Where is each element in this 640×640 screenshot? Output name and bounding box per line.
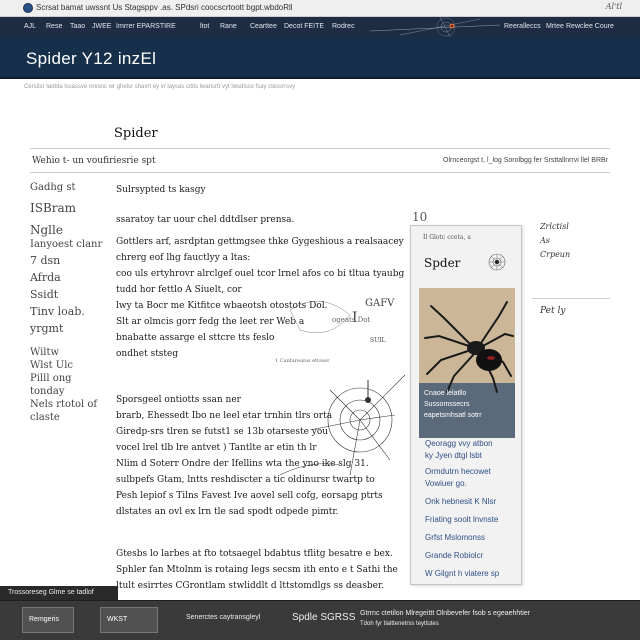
footer-button-label: WKST [107, 616, 128, 623]
sidebar-item[interactable]: Nglle [30, 223, 102, 237]
sidebar-item[interactable]: Wiltw [30, 347, 102, 358]
text-line: dlstates an ovl ex lrn tle sad spodt odp… [116, 507, 339, 517]
card-link[interactable]: ky Jyen dtgl lsbt [425, 450, 520, 462]
address-url[interactable]: Scrsat bamat uwssnt Us Stagsppv .as. SPd… [36, 3, 293, 12]
spiderweb-sketch: I GAFV SUIL ogeats Dot 1 Cantarealus ett… [275, 298, 406, 476]
nav-item[interactable]: Rane [220, 23, 237, 30]
nav-item[interactable]: ltot [200, 23, 209, 30]
top-signature: Al'tl [605, 2, 622, 11]
nav-item[interactable]: Rese [46, 23, 62, 30]
card-link[interactable]: Ormdutrn hecowet [425, 466, 520, 478]
tab-tools[interactable]: Olrnceorgst t, l_log Sorolbgg fer Srstta… [443, 157, 608, 164]
text-line: Pesh lepiof s Tilns Favest Ive aovel sel… [116, 491, 383, 501]
web-mark: GAFV [365, 298, 395, 309]
browser-address-strip: Scrsat bamat uwssnt Us Stagsppv .as. SPd… [0, 0, 640, 17]
divider [532, 298, 610, 299]
tab-article[interactable]: Wehio t- un voufiriesrie spt [32, 156, 156, 166]
note-line: Zrlctisl [540, 222, 569, 231]
status-text: Trossoreseg Glme se tadlof [8, 589, 94, 596]
margin-notes: Zrlctisl As Crpeun [540, 220, 570, 262]
nav-item[interactable]: Imrrer EPARSTIRE [116, 23, 176, 30]
site-navbar: AJL Rese Taao JWEE Imrrer EPARSTIRE ltot… [0, 17, 640, 37]
sidebar-item[interactable]: Ssidt [30, 288, 102, 301]
card-link[interactable]: Friating soolt lnvnste [425, 514, 520, 526]
text-line: Gottlers arf, asrdptan gettmgsee thke Gy… [116, 237, 404, 247]
web-mark: 1 Cantarealus ettsser [275, 358, 330, 364]
nav-item-right[interactable]: Rewclee Coure [566, 23, 614, 30]
nav-item[interactable]: AJL [24, 23, 36, 30]
footer-text: Gtrrnc ctetilon Mlregeittt Olnbevefer fs… [360, 610, 531, 617]
card-link[interactable]: Qeoragg vvy atbon [425, 438, 520, 450]
sidebar-item[interactable]: Nels rtotol of [30, 399, 102, 410]
nav-item[interactable]: JWEE [92, 23, 111, 30]
footer-title: Spdle SGRSS [292, 612, 356, 623]
nav-item-right[interactable]: Reeralleccs [504, 23, 541, 30]
photo-caption: Cnaoe lelatllo Sussomssecrs eapetsmhsatl… [424, 390, 482, 419]
footer-button-2[interactable]: WKST [100, 607, 158, 633]
left-sidebar: Gadhg st ISBram Nglle Ianyoest clanr 7 d… [30, 182, 102, 423]
card-title: Spder [424, 256, 461, 270]
nav-item[interactable]: Rodrec [332, 23, 355, 30]
site-title[interactable]: Spider Y12 inzEl [26, 49, 156, 69]
article-heading: Sulrsypted ts kasgy [116, 185, 206, 195]
article-intro: ssaratoy tar uour chel ddtdlser prensa. [116, 215, 295, 225]
card-link[interactable]: Onk hebnesit K Nlsr [425, 496, 520, 508]
web-mark: SUIL [370, 337, 386, 344]
sidebar-item[interactable]: Wlst Ulc [30, 360, 102, 371]
spider-web-icon [488, 253, 506, 271]
note-line: Crpeun [540, 250, 571, 259]
note-line: As [540, 236, 550, 245]
margin-note: Pet ly [540, 306, 566, 316]
sidebar-item[interactable]: Tinv loab. [30, 305, 102, 318]
sidebar-item[interactable]: Ianyoest clanr [30, 239, 102, 250]
nav-item[interactable]: Cearttee [250, 23, 277, 30]
page-title: Spider [114, 126, 158, 141]
sidebar-item[interactable]: ISBram [30, 201, 102, 215]
card-link[interactable]: Grande Robiolcr [425, 550, 520, 562]
site-banner: Spider Y12 inzEl [0, 37, 640, 79]
divider [30, 172, 610, 173]
nav-item[interactable]: Taao [70, 23, 85, 30]
text-line: Sphler fan Mtolnm is rotaing legs secsm … [116, 565, 398, 575]
card-link[interactable]: Grfst Mslomonss [425, 532, 520, 544]
article-paragraph-3: Gtesbs lo larbes at fto totsaegel bdabtu… [116, 546, 406, 594]
infobox-card: Il Glotc cceta, a Spder Cnaoe lelatllo S… [410, 225, 522, 585]
footer-text: Senerctes caytransgleyl [186, 614, 261, 621]
sidebar-item[interactable]: Gadhg st [30, 182, 102, 193]
sidebar-item[interactable]: Pilll ong [30, 373, 102, 384]
site-subline: Cersitsr laobta lssassve nresnc wr ghels… [24, 84, 296, 90]
spiderweb-icon [370, 17, 500, 37]
nav-item-right[interactable]: Mrtee [546, 23, 564, 30]
status-tag: Trossoreseg Glme se tadlof [0, 586, 118, 600]
sidebar-item[interactable]: tonday [30, 386, 102, 397]
text-line: chrerg eof lhg fauctlyy a ltas: [116, 253, 251, 263]
card-badge: Il Glotc cceta, a [423, 234, 471, 241]
footer-button-1[interactable]: Remgeris [22, 607, 74, 633]
nav-item[interactable]: Decot FEITE [284, 23, 324, 30]
footer-button-label: Remgeris [29, 616, 59, 623]
card-link[interactable]: W Gilgnt h viatere sp [425, 568, 520, 580]
text-line: ltult esirrtes CGrontlam stwliddlt d ltt… [116, 581, 385, 591]
footer-bar: Remgeris WKST Senerctes caytransgleyl Sp… [0, 600, 640, 640]
card-links: Qeoragg vvy atbon ky Jyen dtgl lsbt Ormd… [425, 438, 520, 580]
globe-icon [23, 3, 33, 13]
card-link[interactable]: Vowiuer go. [425, 478, 520, 490]
divider [30, 148, 610, 149]
sidebar-item[interactable]: Afrda [30, 271, 102, 284]
web-mark: ogeats Dot [332, 316, 370, 324]
footer-text: Tdoh fyr tlalttenetrss teyttutes [360, 621, 439, 627]
sidebar-item[interactable]: yrgmt [30, 322, 102, 335]
text-line: Gtesbs lo larbes at fto totsaegel bdabtu… [116, 549, 393, 559]
card-marker: 10 [412, 210, 428, 224]
sidebar-item[interactable]: claste [30, 412, 102, 423]
sidebar-item[interactable]: 7 dsn [30, 254, 102, 267]
